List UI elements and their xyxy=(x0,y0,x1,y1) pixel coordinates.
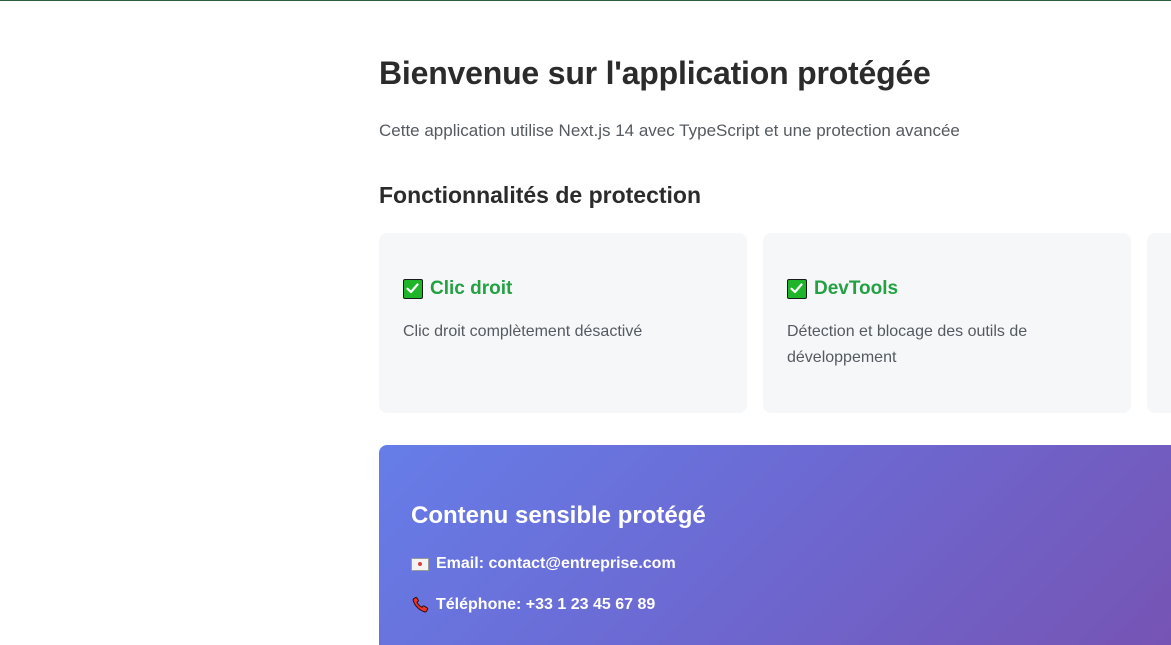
feature-card-header: Clic droit xyxy=(403,277,723,301)
feature-card-description: Détection et blocage des outils de dével… xyxy=(787,323,1028,366)
sensitive-content-panel: Contenu sensible protégé Email: contact@… xyxy=(379,445,1171,645)
sensitive-content-title: Contenu sensible protégé xyxy=(411,502,706,529)
contact-phone: Téléphone: +33 1 23 45 67 89 xyxy=(411,595,655,614)
page-title: Bienvenue sur l'application protégée xyxy=(379,55,931,91)
feature-card-header: DevTools xyxy=(787,277,1107,301)
contact-phone-text: Téléphone: +33 1 23 45 67 89 xyxy=(436,595,656,613)
feature-card-title: DevTools xyxy=(814,278,899,299)
feature-card-description: Clic droit complètement désactivé xyxy=(403,323,643,340)
phone-icon xyxy=(412,596,429,613)
feature-card-right-click: Clic droit Clic droit complètement désac… xyxy=(379,233,747,413)
features-section-title: Fonctionnalités de protection xyxy=(379,182,702,208)
check-icon xyxy=(787,279,807,299)
main-content: Bienvenue sur l'application protégée Cet… xyxy=(379,0,1171,645)
feature-card-partial xyxy=(1147,233,1171,413)
contact-email-text: Email: contact@entreprise.com xyxy=(436,555,676,572)
envelope-icon xyxy=(411,557,429,571)
feature-card-devtools: DevTools Détection et blocage des outils… xyxy=(763,233,1131,413)
page-subtitle: Cette application utilise Next.js 14 ave… xyxy=(379,121,960,140)
contact-email: Email: contact@entreprise.com xyxy=(411,555,676,573)
check-icon xyxy=(403,279,423,299)
feature-card-title: Clic droit xyxy=(430,278,513,299)
